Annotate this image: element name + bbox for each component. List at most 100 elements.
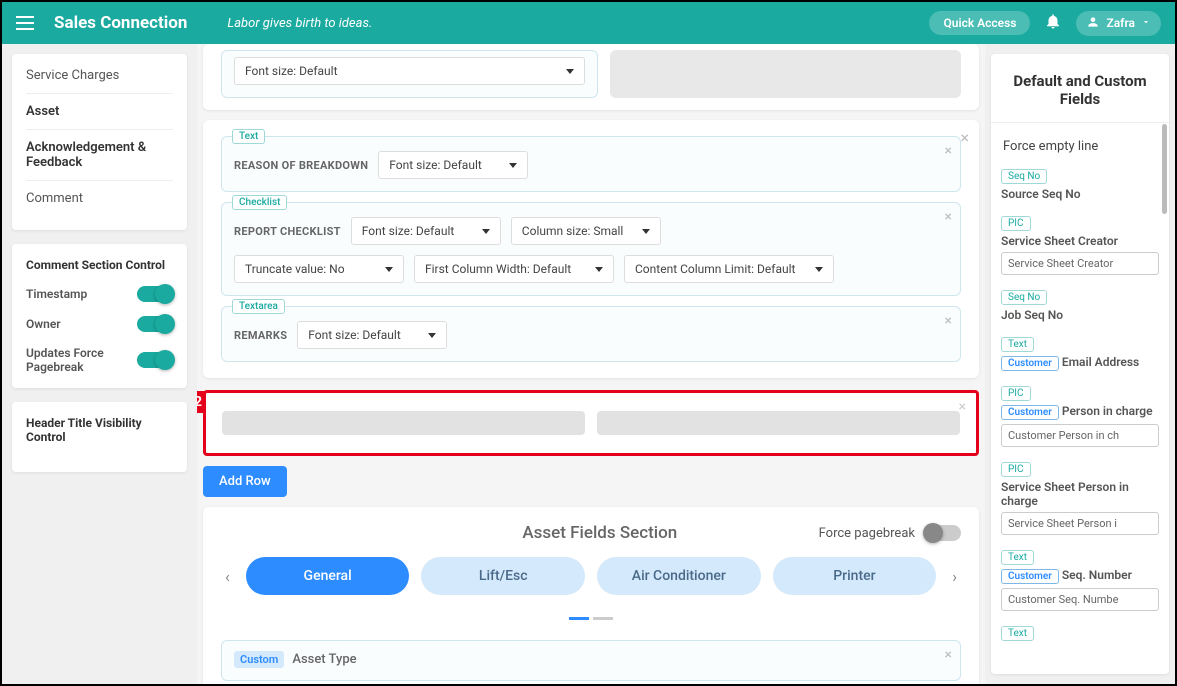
remarks-block: Textarea × REMARKS Font size: Default xyxy=(221,306,961,362)
highlighted-empty-row[interactable]: 12 × xyxy=(203,390,979,456)
field-item[interactable]: Text xyxy=(1001,621,1159,641)
font-size-dropdown[interactable]: Font size: Default xyxy=(234,57,585,85)
font-size-dropdown[interactable]: Font size: Default xyxy=(351,217,501,245)
toggle-updates[interactable] xyxy=(137,352,173,368)
placeholder-slot[interactable] xyxy=(597,411,960,435)
sidebar-item-comment[interactable]: Comment xyxy=(26,180,173,216)
chevron-left-icon[interactable]: ‹ xyxy=(221,563,234,590)
custom-tag: Custom xyxy=(234,651,284,668)
field-type-tag: PIC xyxy=(1001,462,1031,477)
force-pagebreak-label: Force pagebreak xyxy=(819,526,915,541)
add-row-button[interactable]: Add Row xyxy=(203,466,287,497)
block-tag-checklist: Checklist xyxy=(232,195,287,210)
font-size-dropdown[interactable]: Font size: Default xyxy=(378,151,528,179)
field-label: Service Sheet Creator xyxy=(1001,234,1159,248)
customer-address-block: Font size: Default xyxy=(221,50,598,98)
asset-section-title: Asset Fields Section xyxy=(522,523,677,543)
header-title-heading: Header Title Visibility Control xyxy=(26,416,173,444)
close-icon[interactable]: × xyxy=(945,209,952,225)
content-limit-dropdown[interactable]: Content Column Limit: Default xyxy=(624,255,834,283)
font-size-dropdown[interactable]: Font size: Default xyxy=(297,321,447,349)
toggle-timestamp[interactable] xyxy=(137,286,173,302)
reason-block: Text × REASON OF BREAKDOWN Font size: De… xyxy=(221,136,961,192)
asset-type-label: Asset Type xyxy=(292,652,356,667)
asset-section-card: Asset Fields Section Force pagebreak ‹ G… xyxy=(203,507,979,684)
field-item[interactable]: PICCustomerPerson in chargeCustomer Pers… xyxy=(1001,381,1159,447)
field-item[interactable]: Seq No Source Seq No xyxy=(1001,164,1159,201)
quick-access-button[interactable]: Quick Access xyxy=(929,11,1030,35)
first-col-dropdown[interactable]: First Column Width: Default xyxy=(414,255,614,283)
sidebar-item-service-charges[interactable]: Service Charges xyxy=(26,68,173,93)
comment-section-heading: Comment Section Control xyxy=(26,258,173,272)
fields-panel-header: Default and Custom Fields xyxy=(991,54,1169,123)
checklist-block: Checklist × REPORT CHECKLIST Font size: … xyxy=(221,202,961,296)
customer-tag: Customer xyxy=(1001,405,1059,420)
field-type-tag: Seq No xyxy=(1001,290,1047,305)
notifications-icon[interactable] xyxy=(1044,12,1062,34)
column-size-dropdown[interactable]: Column size: Small xyxy=(511,217,661,245)
field-display-input[interactable]: Customer Seq. Numbe xyxy=(1001,588,1159,611)
center-column: Font size: Default × Text × REASON OF BR… xyxy=(197,44,985,684)
close-icon[interactable]: × xyxy=(945,143,952,159)
right-sidebar: Default and Custom Fields Force empty li… xyxy=(985,44,1175,684)
block-tag-text: Text xyxy=(232,129,265,144)
breakdown-card: × Text × REASON OF BREAKDOWN Font size: … xyxy=(203,120,979,378)
toggle-force-pagebreak[interactable] xyxy=(925,525,961,541)
field-type-tag: PIC xyxy=(1001,216,1031,231)
toggle-label-timestamp: Timestamp xyxy=(26,287,137,301)
placeholder-box xyxy=(610,50,961,98)
placeholder-slot[interactable] xyxy=(222,411,585,435)
field-display-input[interactable]: Service Sheet Creator xyxy=(1001,252,1159,275)
field-item[interactable]: Seq No Job Seq No xyxy=(1001,285,1159,322)
reason-label: REASON OF BREAKDOWN xyxy=(234,159,368,172)
sidebar-item-ack-feedback[interactable]: Acknowledgement & Feedback xyxy=(26,129,173,180)
left-sidebar: Service Charges Asset Acknowledgement & … xyxy=(2,44,197,684)
field-item[interactable]: Text CustomerEmail Address xyxy=(1001,332,1159,371)
force-empty-line[interactable]: Force empty line xyxy=(1003,139,1159,154)
tagline: Labor gives birth to ideas. xyxy=(227,16,372,31)
tab-general[interactable]: General xyxy=(246,557,410,595)
header-title-panel: Header Title Visibility Control xyxy=(12,402,187,472)
app-title: Sales Connection xyxy=(54,13,187,33)
close-icon[interactable]: × xyxy=(959,399,966,415)
nav-panel: Service Charges Asset Acknowledgement & … xyxy=(12,54,187,230)
toggle-label-owner: Owner xyxy=(26,317,137,331)
field-label: Job Seq No xyxy=(1001,308,1159,322)
asset-type-block: × Custom Asset Type xyxy=(221,640,961,681)
close-icon[interactable]: × xyxy=(960,128,969,147)
field-type-tag: Text xyxy=(1001,626,1034,641)
toggle-label-updates: Updates Force Pagebreak xyxy=(26,346,137,374)
top-card: Font size: Default xyxy=(203,44,979,110)
toggle-owner[interactable] xyxy=(137,316,173,332)
field-type-tag: Seq No xyxy=(1001,169,1047,184)
field-type-tag: Text xyxy=(1001,337,1034,352)
customer-tag: Customer xyxy=(1001,356,1059,371)
field-item[interactable]: PIC Service Sheet Person in charge Service… xyxy=(1001,457,1159,535)
tab-indicator xyxy=(221,605,961,624)
close-icon[interactable]: × xyxy=(945,647,952,663)
chevron-down-icon xyxy=(1141,16,1151,30)
field-label: CustomerSeq. Number xyxy=(1001,568,1159,584)
user-name: Zafra xyxy=(1106,16,1135,30)
truncate-dropdown[interactable]: Truncate value: No xyxy=(234,255,404,283)
menu-icon[interactable] xyxy=(16,16,34,30)
highlight-number-badge: 12 xyxy=(197,391,206,413)
field-label: Service Sheet Person in charge xyxy=(1001,480,1159,508)
sidebar-item-asset[interactable]: Asset xyxy=(26,93,173,129)
chevron-right-icon[interactable]: › xyxy=(948,563,961,590)
field-item[interactable]: PIC Service Sheet Creator Service Sheet Cr… xyxy=(1001,211,1159,275)
field-item[interactable]: TextCustomerSeq. NumberCustomer Seq. Num… xyxy=(1001,545,1159,611)
tab-printer[interactable]: Printer xyxy=(773,557,937,595)
tab-air-conditioner[interactable]: Air Conditioner xyxy=(597,557,761,595)
user-menu[interactable]: Zafra xyxy=(1076,11,1161,36)
customer-tag: Customer xyxy=(1001,569,1059,584)
comment-section-panel: Comment Section Control Timestamp Owner … xyxy=(12,244,187,388)
field-display-input[interactable]: Service Sheet Person i xyxy=(1001,512,1159,535)
fields-panel: Default and Custom Fields Force empty li… xyxy=(991,54,1169,674)
field-label: Source Seq No xyxy=(1001,187,1159,201)
close-icon[interactable]: × xyxy=(945,313,952,329)
avatar-icon xyxy=(1086,15,1100,32)
tab-lift-esc[interactable]: Lift/Esc xyxy=(421,557,585,595)
field-label: CustomerEmail Address xyxy=(1001,355,1159,371)
field-display-input[interactable]: Customer Person in ch xyxy=(1001,424,1159,447)
